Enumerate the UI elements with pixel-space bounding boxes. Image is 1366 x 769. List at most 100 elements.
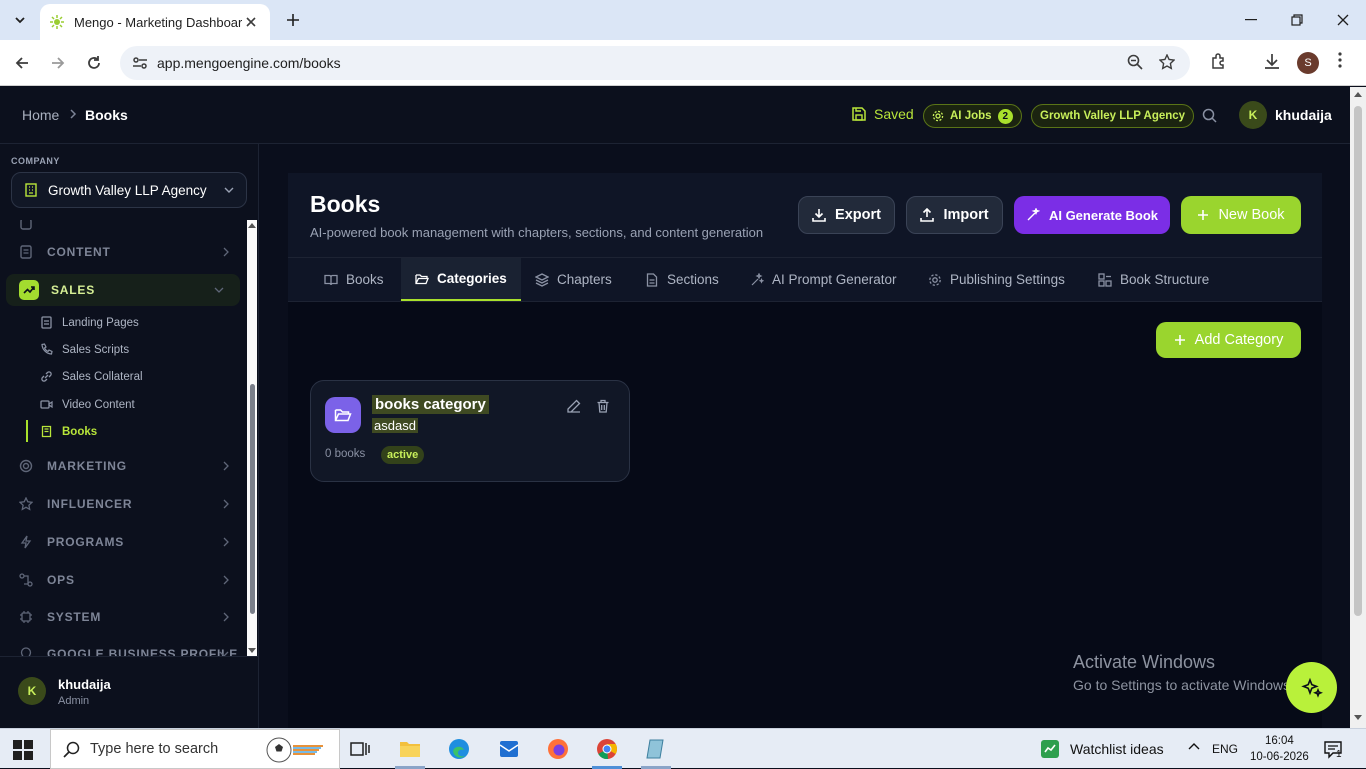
edge-browser-icon[interactable] xyxy=(447,737,471,761)
taskbar-search[interactable]: Type here to search xyxy=(50,729,340,769)
sidebar-item-sales-scripts[interactable]: Sales Scripts xyxy=(40,343,129,356)
upload-icon xyxy=(920,208,935,222)
section-icon xyxy=(19,220,35,231)
books-panel: Books AI-powered book management with ch… xyxy=(288,173,1322,728)
edit-pencil-icon[interactable] xyxy=(567,399,581,413)
system-clock[interactable]: 16:04 10-06-2026 xyxy=(1250,733,1309,765)
scroll-up-arrow-icon[interactable] xyxy=(248,222,256,228)
tab-label: Chapters xyxy=(557,272,612,287)
sidebar-scroll-thumb[interactable] xyxy=(250,384,255,614)
browser-tab[interactable]: Mengo - Marketing Dashboard xyxy=(40,4,270,40)
file-text-icon xyxy=(645,272,659,287)
tab-close-icon[interactable] xyxy=(242,13,260,31)
sidebar-section-system[interactable]: SYSTEM xyxy=(0,601,245,633)
sidebar-item-books[interactable]: Books xyxy=(40,425,97,438)
sidebar-item-label: Landing Pages xyxy=(62,316,139,329)
tab-book-structure[interactable]: Book Structure xyxy=(1084,258,1223,301)
tab-publishing-settings[interactable]: Publishing Settings xyxy=(914,258,1079,301)
sidebar-item-video-content[interactable]: Video Content xyxy=(40,398,135,411)
notepad-app-icon[interactable] xyxy=(644,737,668,761)
scroll-down-arrow-icon[interactable] xyxy=(248,648,256,654)
profile-avatar[interactable]: S xyxy=(1297,52,1319,74)
forward-icon[interactable] xyxy=(45,50,71,76)
restore-icon[interactable] xyxy=(1274,0,1320,40)
tab-chapters[interactable]: Chapters xyxy=(521,258,626,301)
ai-assistant-fab[interactable] xyxy=(1286,662,1337,713)
wand-icon xyxy=(750,272,764,287)
page-scroll-thumb[interactable] xyxy=(1354,106,1362,616)
stock-chart-icon xyxy=(1040,739,1060,759)
breadcrumb-home[interactable]: Home xyxy=(22,107,59,123)
section-label: SYSTEM xyxy=(47,610,102,624)
sidebar-section-ops[interactable]: OPS xyxy=(0,564,245,596)
sidebar-item-landing-pages[interactable]: Landing Pages xyxy=(40,316,139,329)
new-book-button[interactable]: New Book xyxy=(1181,196,1301,234)
chevron-right-icon xyxy=(223,537,229,547)
sidebar-user-footer[interactable]: K khudaija Admin xyxy=(0,656,258,728)
company-selector[interactable]: Growth Valley LLP Agency xyxy=(11,172,247,208)
export-label: Export xyxy=(835,207,881,223)
scroll-down-arrow-icon[interactable] xyxy=(1354,715,1362,721)
sidebar-section-programs[interactable]: PROGRAMS xyxy=(0,526,245,558)
browser-menu-icon[interactable] xyxy=(1338,52,1342,68)
app-topbar: Home Books Saved AI Jobs 2 Growth Valley… xyxy=(0,87,1350,144)
page-title: Books xyxy=(310,191,381,217)
zoom-icon[interactable] xyxy=(1127,54,1143,70)
sidebar-section-content[interactable]: CONTENT xyxy=(0,236,245,268)
sidebar-item-sales-collateral[interactable]: Sales Collateral xyxy=(40,370,143,383)
user-name[interactable]: khudaija xyxy=(1275,107,1332,123)
user-avatar[interactable]: K xyxy=(1239,101,1267,129)
scroll-up-arrow-icon[interactable] xyxy=(1354,91,1362,97)
outlook-mail-icon[interactable] xyxy=(497,737,521,761)
sidebar-section-marketing[interactable]: MARKETING xyxy=(0,450,245,482)
tab-search-icon[interactable] xyxy=(8,8,32,32)
tab-label: Book Structure xyxy=(1120,272,1210,287)
link-icon xyxy=(40,370,53,383)
file-explorer-icon[interactable] xyxy=(398,737,422,761)
clock-date: 10-06-2026 xyxy=(1250,751,1309,763)
ai-generate-book-button[interactable]: AI Generate Book xyxy=(1014,196,1170,234)
back-icon[interactable] xyxy=(9,50,35,76)
tab-sections[interactable]: Sections xyxy=(631,258,733,301)
tab-ai-prompt-generator[interactable]: AI Prompt Generator xyxy=(736,258,911,301)
sidebar-section-google-business-profile[interactable]: GOOGLE BUSINESS PROFILE xyxy=(0,638,245,656)
file-icon xyxy=(40,316,53,329)
category-description: asdasd xyxy=(372,418,418,433)
minimize-icon[interactable] xyxy=(1228,0,1274,40)
task-view-icon[interactable] xyxy=(348,737,372,761)
window-close-icon[interactable] xyxy=(1320,0,1366,40)
new-tab-icon[interactable] xyxy=(282,9,304,31)
sidebar-section-influencer[interactable]: INFLUENCER xyxy=(0,488,245,520)
tab-categories[interactable]: Categories xyxy=(401,258,521,301)
chevron-right-icon xyxy=(223,575,229,585)
tab-books[interactable]: Books xyxy=(310,258,398,301)
agency-pill[interactable]: Growth Valley LLP Agency xyxy=(1031,104,1195,128)
sitemap-icon xyxy=(1098,272,1112,287)
downloads-icon[interactable] xyxy=(1263,52,1281,70)
ai-jobs-pill[interactable]: AI Jobs 2 xyxy=(923,104,1023,128)
language-indicator[interactable]: ENG xyxy=(1212,742,1238,756)
saved-label: Saved xyxy=(874,106,914,122)
watchlist-widget[interactable]: Watchlist ideas xyxy=(1040,739,1164,759)
chrome-icon[interactable] xyxy=(595,737,619,761)
sidebar-section-sales[interactable]: SALES xyxy=(6,274,240,306)
import-button[interactable]: Import xyxy=(906,196,1003,234)
extensions-icon[interactable] xyxy=(1210,52,1228,70)
reload-icon[interactable] xyxy=(81,50,107,76)
address-bar[interactable]: app.mengoengine.com/books xyxy=(120,46,1190,80)
add-category-button[interactable]: Add Category xyxy=(1156,322,1301,358)
windows-start-icon[interactable] xyxy=(13,740,33,760)
export-button[interactable]: Export xyxy=(798,196,895,234)
book-tabs: Books Categories Chapters Sections AI Pr… xyxy=(288,258,1322,302)
trash-icon[interactable] xyxy=(596,399,610,413)
bookmark-star-icon[interactable] xyxy=(1159,54,1175,70)
firefox-icon[interactable] xyxy=(546,737,570,761)
category-card[interactable]: books category asdasd 0 books active xyxy=(310,380,630,482)
add-category-label: Add Category xyxy=(1194,332,1284,348)
clock-time: 16:04 xyxy=(1265,735,1294,747)
search-icon[interactable] xyxy=(1202,108,1217,123)
sidebar-item-label: Sales Collateral xyxy=(62,370,143,383)
gear-icon xyxy=(928,273,942,287)
site-settings-icon[interactable] xyxy=(132,55,148,71)
tray-chevron-up-icon[interactable] xyxy=(1188,741,1200,753)
